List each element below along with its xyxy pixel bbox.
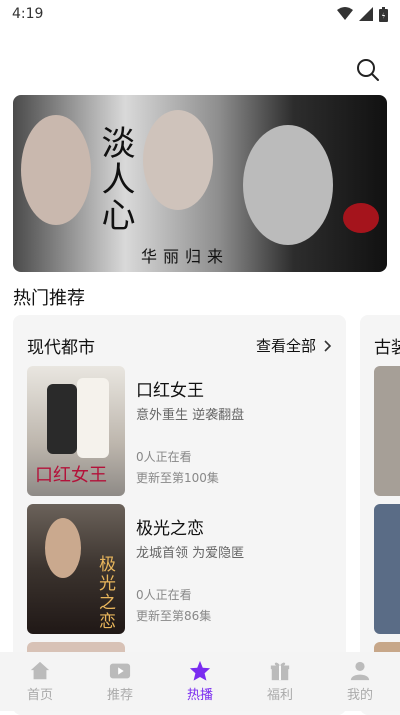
status-bar: 4:19 bbox=[0, 0, 400, 28]
card-title: 古装 bbox=[374, 338, 400, 358]
banner-title: 淡人心 bbox=[95, 125, 135, 233]
book-viewers: 0人正在看 bbox=[136, 588, 192, 602]
cover-title: 口红女王 bbox=[35, 465, 107, 486]
cover-figure bbox=[45, 518, 81, 578]
book-cover: 口红女王 bbox=[27, 366, 125, 496]
tab-mine[interactable]: 我的 bbox=[320, 652, 400, 711]
cover-figure bbox=[47, 384, 77, 454]
book-viewers: 0人正在看 bbox=[136, 450, 192, 464]
tab-home[interactable]: 首页 bbox=[0, 652, 80, 711]
book-update: 更新至第100集 bbox=[136, 471, 219, 485]
book-item[interactable]: 口红女王 口红女王 意外重生 逆袭翻盘 0人正在看 更新至第100集 bbox=[27, 366, 327, 496]
banner-subtitle: 华丽归来 bbox=[141, 247, 230, 266]
book-title: 口红女王 bbox=[136, 381, 204, 401]
book-desc: 意外重生 逆袭翻盘 bbox=[136, 408, 245, 423]
home-icon bbox=[30, 661, 50, 680]
book-item[interactable]: 极光之恋 极光之恋 龙城首领 为爱隐匿 0人正在看 更新至第86集 bbox=[27, 504, 327, 634]
play-icon bbox=[109, 663, 131, 679]
rose-icon bbox=[343, 203, 379, 233]
card-header: 现代都市 查看全部 bbox=[27, 333, 332, 358]
wifi-icon bbox=[337, 7, 353, 20]
tab-label: 热播 bbox=[186, 688, 213, 703]
banner-figure bbox=[21, 115, 91, 225]
tab-label: 首页 bbox=[26, 688, 53, 703]
cover-figure bbox=[77, 378, 109, 458]
see-all-label: 查看全部 bbox=[255, 337, 316, 355]
cover-title: 极光之恋 bbox=[99, 555, 116, 632]
tab-welfare[interactable]: 福利 bbox=[240, 652, 320, 711]
signal-icon bbox=[359, 7, 373, 21]
status-icons bbox=[337, 6, 388, 22]
card-title: 现代都市 bbox=[27, 338, 95, 358]
tab-label: 福利 bbox=[266, 688, 293, 703]
tab-label: 推荐 bbox=[106, 688, 133, 703]
status-time: 4:19 bbox=[12, 6, 44, 22]
user-icon bbox=[350, 661, 370, 681]
gift-icon bbox=[270, 662, 290, 681]
banner-figure bbox=[243, 125, 333, 245]
chevron-right-icon bbox=[324, 339, 332, 352]
tab-label: 我的 bbox=[346, 688, 373, 703]
section-title: 热门推荐 bbox=[13, 288, 85, 309]
book-desc: 龙城首领 为爱隐匿 bbox=[136, 546, 245, 561]
tab-hot[interactable]: 热播 bbox=[160, 652, 240, 711]
search-button[interactable] bbox=[354, 56, 382, 84]
search-icon bbox=[357, 59, 379, 81]
tab-recommend[interactable]: 推荐 bbox=[80, 652, 160, 711]
star-icon bbox=[189, 660, 211, 681]
book-cover: 极光之恋 bbox=[27, 504, 125, 634]
book-update: 更新至第86集 bbox=[136, 609, 212, 623]
book-title: 极光之恋 bbox=[136, 519, 204, 539]
book-cover-partial bbox=[374, 504, 400, 634]
see-all-link[interactable]: 查看全部 bbox=[256, 335, 332, 356]
banner-figure bbox=[143, 110, 213, 210]
battery-icon bbox=[379, 6, 388, 22]
banner-carousel[interactable]: 淡人心 华丽归来 bbox=[13, 95, 387, 272]
book-cover-partial bbox=[374, 366, 400, 496]
bottom-tab-bar: 首页 推荐 热播 福利 我的 bbox=[0, 652, 400, 711]
